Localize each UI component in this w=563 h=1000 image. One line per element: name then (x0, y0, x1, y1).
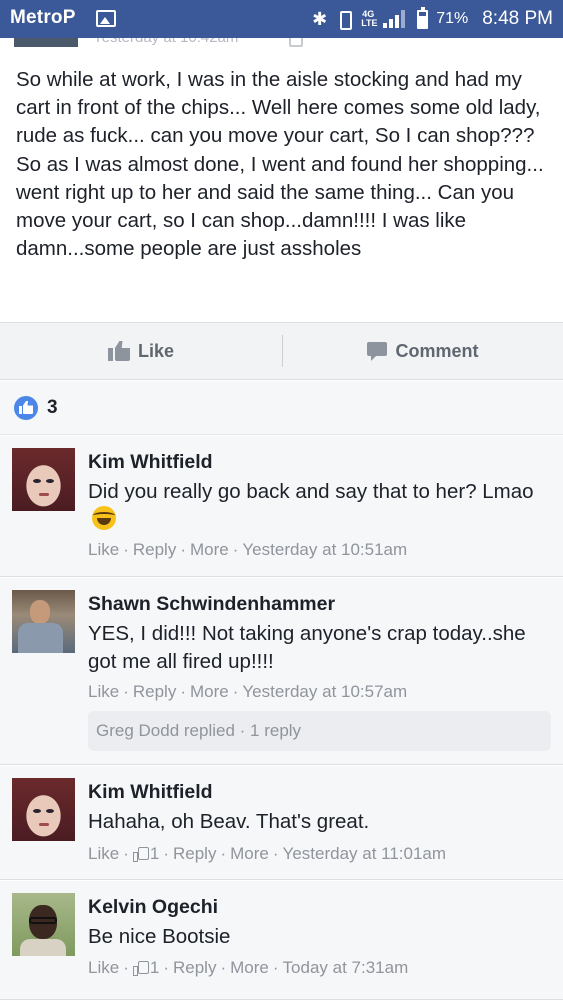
reaction-count: 3 (47, 397, 58, 418)
thumbs-up-icon (132, 961, 149, 976)
comment-item: Kim Whitfield Hahaha, oh Beav. That's gr… (0, 766, 563, 880)
like-reaction-icon (14, 396, 38, 420)
laughing-emoji-icon (92, 506, 116, 531)
battery-percent: 71% (436, 10, 469, 27)
comment-reply-link[interactable]: Reply (133, 540, 176, 559)
thumbs-up-icon (107, 341, 130, 361)
comment-like-count[interactable]: 1 (150, 958, 159, 977)
comment-more-link[interactable]: More (230, 844, 269, 863)
comment-like-link[interactable]: Like (88, 540, 119, 559)
comment-text: YES, I did!!! Not taking anyone's crap t… (88, 622, 526, 674)
avatar[interactable] (12, 590, 75, 653)
comment-item: Kelvin Ogechi Be nice Bootsie Like · 1 · Rep… (0, 881, 563, 1000)
bluetooth-icon: ✱ (312, 8, 328, 29)
comment-meta: Like · Reply · More · Yesterday at 10:51am (88, 540, 408, 559)
comment-author[interactable]: Kelvin Ogechi (88, 896, 218, 919)
like-button-label: Like (137, 340, 175, 361)
comment-author[interactable]: Kim Whitfield (88, 781, 213, 804)
gallery-icon (96, 10, 116, 27)
comment-text: Hahaha, oh Beav. That's great. (88, 810, 370, 833)
comment-reply-link[interactable]: Reply (133, 682, 176, 701)
comment-like-link[interactable]: Like (88, 682, 119, 701)
thumbs-up-icon (132, 847, 149, 862)
comment-meta: Like · 1 · Reply · More · Today at 7:31am (88, 958, 409, 977)
comment-bubble-icon (367, 341, 388, 361)
network-type-label: 4G LTE (361, 9, 378, 28)
privacy-icon (289, 38, 303, 47)
comment-timestamp[interactable]: Yesterday at 11:01am (283, 844, 447, 863)
comment-item: Kim Whitfield Did you really go back and… (0, 436, 563, 577)
like-button[interactable]: Like (0, 323, 282, 379)
comment-timestamp[interactable]: Yesterday at 10:57am (242, 682, 407, 701)
post-body: So while at work, I was in the aisle sto… (16, 68, 544, 261)
comment-more-link[interactable]: More (230, 958, 269, 977)
reactions-summary[interactable]: 3 (0, 381, 563, 435)
comment-meta: Like · 1 · Reply · More · Yesterday at 11:01am (88, 844, 447, 863)
comment-like-link[interactable]: Like (88, 958, 119, 977)
comment-meta: Like · Reply · More · Yesterday at 10:57am (88, 682, 408, 701)
avatar[interactable] (12, 448, 75, 511)
signal-icon (383, 10, 409, 28)
vibrate-icon (335, 10, 353, 30)
post-header: Yesterday at 10:42am (0, 38, 563, 52)
status-icons: ✱ 4G LTE 71% 8:48 PM (312, 0, 563, 38)
comment-more-link[interactable]: More (190, 540, 229, 559)
comment-author[interactable]: Shawn Schwindenhammer (88, 593, 335, 616)
comment-timestamp[interactable]: Yesterday at 10:51am (242, 540, 407, 559)
comment-button[interactable]: Comment (283, 323, 563, 379)
comment-reply-link[interactable]: Reply (173, 958, 216, 977)
carrier-label: MetroP (10, 7, 76, 28)
view-replies-button[interactable]: Greg Dodd replied · 1 reply (88, 711, 551, 751)
post-author-avatar[interactable] (14, 38, 78, 47)
avatar[interactable] (12, 893, 75, 956)
post-action-bar: Like Comment (0, 322, 563, 380)
comment-author[interactable]: Kim Whitfield (88, 451, 213, 474)
comment-timestamp[interactable]: Today at 7:31am (283, 958, 409, 977)
comment-button-label: Comment (395, 340, 479, 361)
comment-item: Shawn Schwindenhammer YES, I did!!! Not … (0, 578, 563, 765)
avatar[interactable] (12, 778, 75, 841)
comment-text: Did you really go back and say that to h… (88, 478, 553, 534)
comment-more-link[interactable]: More (190, 682, 229, 701)
clock: 8:48 PM (482, 8, 553, 29)
comment-text: Be nice Bootsie (88, 925, 231, 948)
post-timestamp[interactable]: Yesterday at 10:42am (93, 38, 238, 46)
comment-reply-link[interactable]: Reply (173, 844, 216, 863)
comment-like-link[interactable]: Like (88, 844, 119, 863)
battery-icon (417, 6, 429, 29)
comment-like-count[interactable]: 1 (150, 844, 159, 863)
status-bar: MetroP ✱ 4G LTE 71% 8:48 PM (0, 0, 563, 38)
